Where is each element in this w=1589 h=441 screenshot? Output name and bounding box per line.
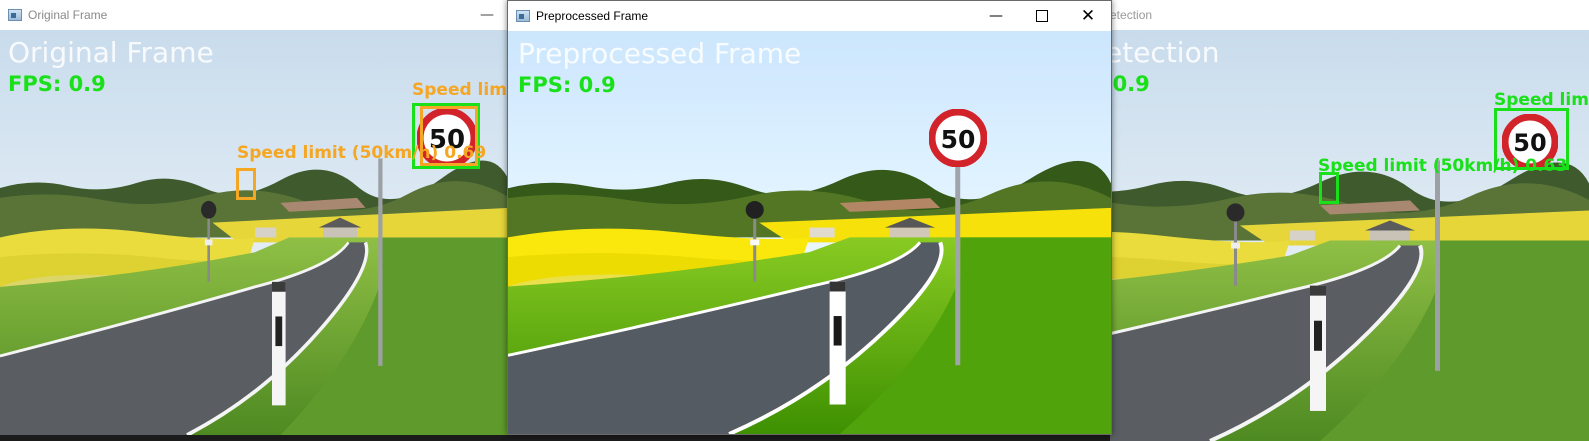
- final-detection-image: 50 Final Detection FPS: 0.9 Speed limit …: [1110, 30, 1589, 441]
- minimize-icon[interactable]: —: [464, 0, 510, 30]
- original-frame-image: 50 Original Frame FPS: 0.9 Speed limit (…: [0, 30, 510, 435]
- preprocessed-frame-titlebar[interactable]: Preprocessed Frame — ✕: [508, 1, 1111, 31]
- app-icon: [8, 9, 22, 21]
- original-frame-titlebar[interactable]: Original Frame —: [0, 0, 510, 30]
- preprocessed-frame-image: 50 Preprocessed Frame FPS: 0.9: [508, 31, 1111, 434]
- preprocessed-frame-window[interactable]: Preprocessed Frame — ✕ 50 Preprocessed F…: [507, 0, 1112, 435]
- maximize-icon[interactable]: [1019, 1, 1065, 31]
- final-detection-titlebar[interactable]: Final Detection: [1110, 0, 1589, 30]
- detection-box-small: [1319, 172, 1339, 204]
- detection-label: Speed limit (50km/h) 0.63: [1318, 156, 1568, 176]
- detection-label-top: Speed limit (50km/h): [1494, 90, 1589, 110]
- fps-readout: FPS: 0.9: [8, 72, 106, 96]
- overlay-title: Original Frame: [8, 36, 214, 69]
- window-title: Final Detection: [1110, 8, 1153, 22]
- fps-readout: FPS: 0.9: [518, 73, 616, 97]
- window-title: Original Frame: [28, 8, 108, 22]
- detection-label-top: Speed limit (50km/h): [412, 80, 510, 100]
- overlay-title: Final Detection: [1110, 36, 1220, 69]
- window-title: Preprocessed Frame: [536, 9, 649, 23]
- detection-label: Speed limit (50km/h) 0.69: [237, 143, 487, 163]
- fps-readout: FPS: 0.9: [1110, 72, 1150, 96]
- minimize-icon[interactable]: —: [973, 1, 1019, 31]
- overlay-title: Preprocessed Frame: [518, 37, 802, 70]
- speed-sign-50: 50: [929, 109, 987, 167]
- svg-text:50: 50: [941, 125, 976, 154]
- final-detection-window[interactable]: Final Detection 50 Final Detection FPS: …: [1110, 0, 1589, 441]
- detection-box-small: [236, 168, 256, 200]
- app-icon: [516, 10, 530, 22]
- close-icon[interactable]: ✕: [1065, 1, 1111, 31]
- original-frame-window[interactable]: Original Frame — 50 Original Frame FPS: …: [0, 0, 510, 435]
